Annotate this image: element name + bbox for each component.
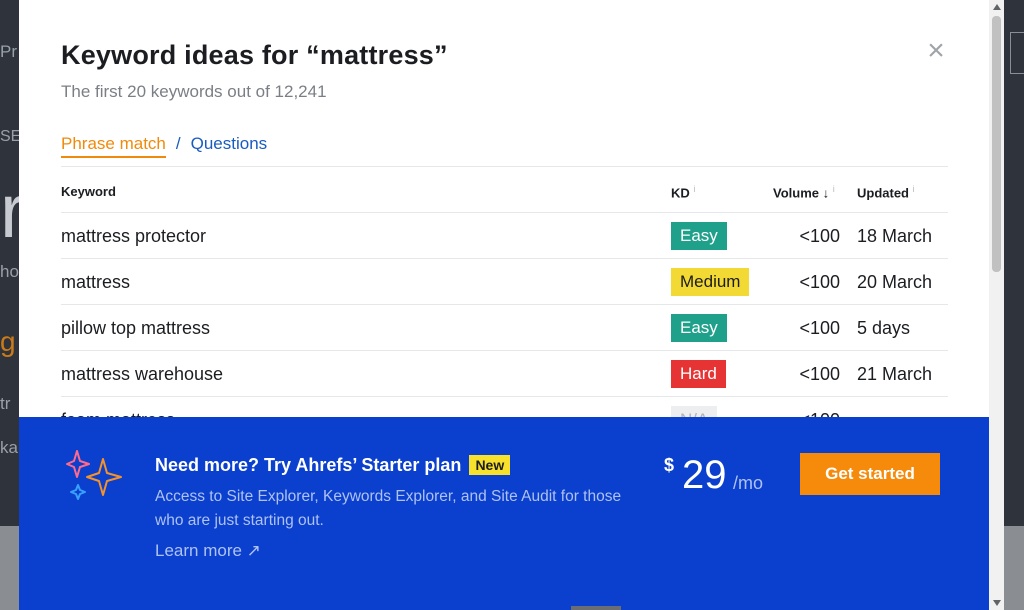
keyword-ideas-modal: × Keyword ideas for “mattress” The first… xyxy=(19,0,989,610)
keyword-cell[interactable]: mattress protector xyxy=(61,226,206,247)
kd-badge: Medium xyxy=(671,268,750,296)
table-row[interactable]: mattress protector Easy <100 18 March xyxy=(61,213,948,259)
volume-cell: <100 xyxy=(799,226,840,246)
info-icon[interactable]: i xyxy=(833,184,835,194)
keyword-cell[interactable]: pillow top mattress xyxy=(61,318,210,339)
tab-phrase-match[interactable]: Phrase match xyxy=(61,134,166,158)
modal-title: Keyword ideas for “mattress” xyxy=(61,40,448,70)
starter-plan-banner: Need more? Try Ahrefs’ Starter plan New A… xyxy=(19,417,989,610)
table-header: Keyword KD i Volume ↓ i Updated i xyxy=(61,166,948,213)
bg-fragment: Pr xyxy=(0,42,17,61)
tab-questions[interactable]: Questions xyxy=(191,134,268,158)
get-started-button[interactable]: Get started xyxy=(800,453,940,495)
header-keyword: Keyword xyxy=(61,184,116,199)
kd-badge: Easy xyxy=(671,222,727,250)
kd-badge: Easy xyxy=(671,314,727,342)
vertical-scrollbar[interactable] xyxy=(989,0,1004,610)
table-row[interactable]: pillow top mattress Easy <100 5 days xyxy=(61,305,948,351)
tab-separator: / xyxy=(175,134,181,153)
price-amount: 29 xyxy=(682,453,727,497)
bg-fragment: ho xyxy=(0,262,19,281)
volume-cell: <100 xyxy=(799,318,840,338)
promo-description: Access to Site Explorer, Keywords Explor… xyxy=(155,488,622,529)
header-volume[interactable]: Volume ↓ i xyxy=(773,184,835,200)
modal-subtitle: The first 20 keywords out of 12,241 xyxy=(61,82,327,101)
bg-right-button xyxy=(1010,32,1024,74)
bg-fragment: g xyxy=(0,326,16,357)
bg-fragment: ka xyxy=(0,438,18,457)
new-badge: New xyxy=(469,455,511,475)
header-updated[interactable]: Updated i xyxy=(857,184,915,200)
keywords-table: Keyword KD i Volume ↓ i Updated i mattre… xyxy=(61,166,948,443)
price-period: /mo xyxy=(733,473,764,493)
table-row[interactable]: mattress warehouse Hard <100 21 March xyxy=(61,351,948,397)
info-icon[interactable]: i xyxy=(693,184,695,194)
header-updated-label: Updated xyxy=(857,185,909,201)
updated-cell: 18 March xyxy=(857,226,933,246)
promo-title-text: Need more? Try Ahrefs’ Starter plan xyxy=(155,455,462,475)
match-tabs: Phrase match / Questions xyxy=(61,134,267,158)
scroll-down-arrow-icon[interactable] xyxy=(993,600,1001,606)
sparkles-icon xyxy=(66,450,122,500)
header-kd-label: KD xyxy=(671,185,690,201)
keyword-cell[interactable]: mattress xyxy=(61,272,130,293)
scroll-up-arrow-icon[interactable] xyxy=(993,4,1001,10)
kd-badge: Hard xyxy=(671,360,726,388)
updated-cell: 20 March xyxy=(857,272,933,292)
price-currency: $ xyxy=(664,455,675,475)
table-row[interactable]: mattress Medium <100 20 March xyxy=(61,259,948,305)
volume-cell: <100 xyxy=(799,364,840,384)
close-icon[interactable]: × xyxy=(923,36,949,66)
updated-cell: 21 March xyxy=(857,364,933,384)
info-icon[interactable]: i xyxy=(913,184,915,194)
header-kd[interactable]: KD i xyxy=(671,184,695,200)
keyword-cell[interactable]: mattress warehouse xyxy=(61,364,223,385)
updated-cell: 5 days xyxy=(857,318,911,338)
volume-cell: <100 xyxy=(799,272,840,292)
learn-more-link[interactable]: Learn more ↗ xyxy=(155,541,261,561)
header-volume-label: Volume ↓ xyxy=(773,185,830,201)
promo-title: Need more? Try Ahrefs’ Starter plan New xyxy=(155,455,511,476)
bottom-handle xyxy=(571,606,621,610)
bg-fragment: tr xyxy=(0,394,11,413)
scrollbar-thumb[interactable] xyxy=(992,16,1001,272)
